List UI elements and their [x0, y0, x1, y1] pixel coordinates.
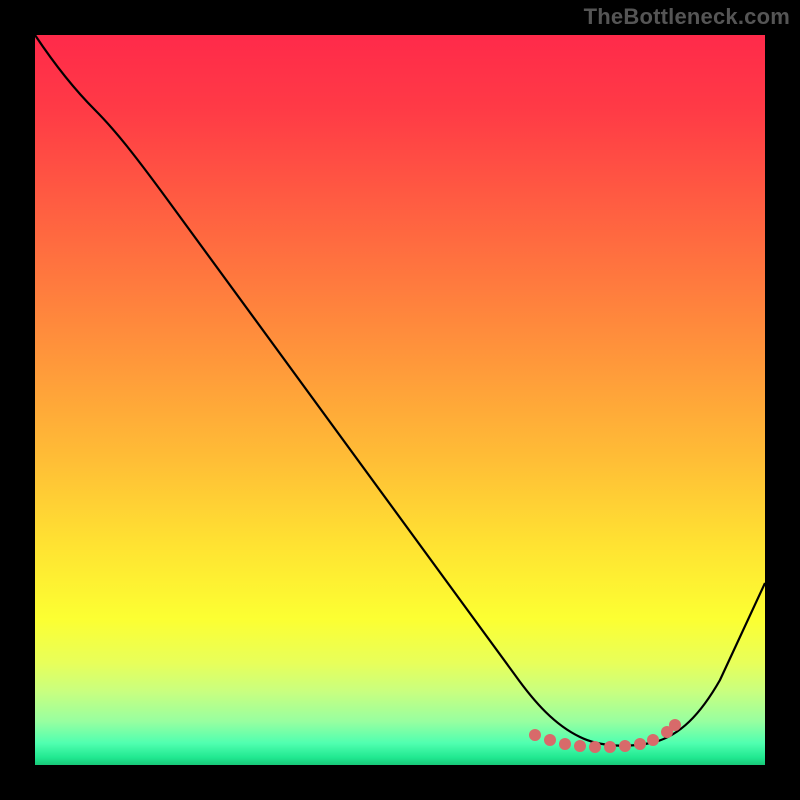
flat-region-markers	[529, 719, 681, 753]
chart-svg	[35, 35, 765, 765]
chart-container: TheBottleneck.com	[0, 0, 800, 800]
main-curve-line	[35, 35, 765, 746]
watermark-text: TheBottleneck.com	[584, 4, 790, 30]
plot-area	[35, 35, 765, 765]
